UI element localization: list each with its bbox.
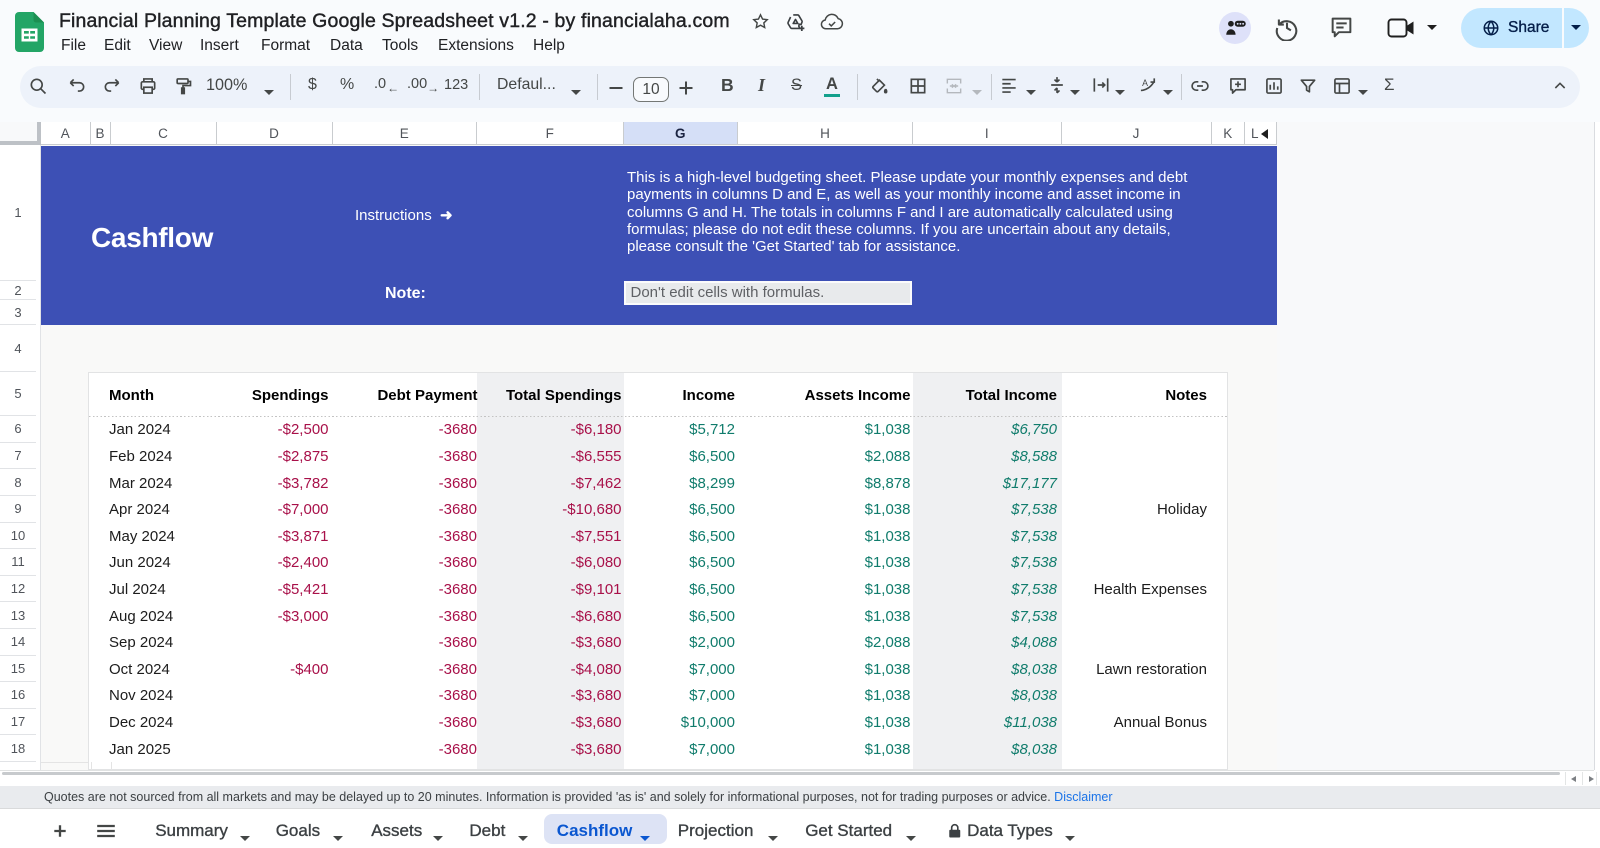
svg-text:A: A <box>1142 78 1148 88</box>
